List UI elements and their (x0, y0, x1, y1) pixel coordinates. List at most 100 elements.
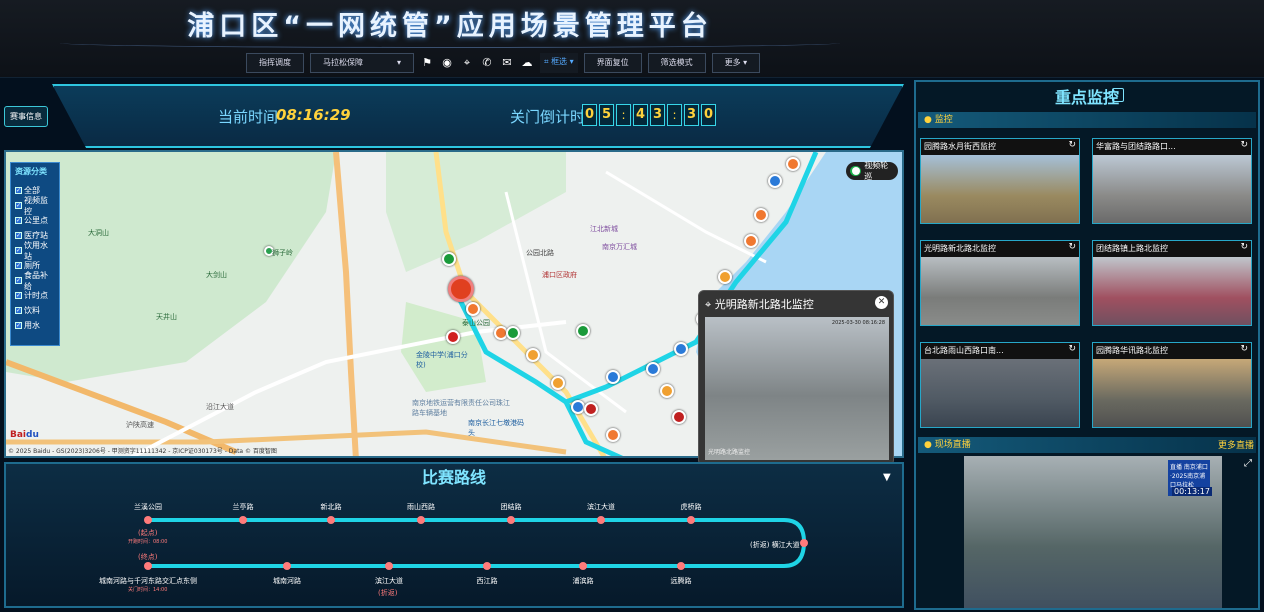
map-label: 沪陕高速 (126, 421, 154, 429)
location-icon[interactable]: ⌖ (460, 56, 474, 70)
more-label: 更多 (724, 57, 741, 67)
map-label: 公园北路 (526, 249, 554, 257)
box-select-button[interactable]: ⌗ 框选 ▾ (540, 52, 578, 73)
monitor-section-header: ● 监控 (918, 112, 1256, 128)
route-stop-label: 虎桥路 (680, 503, 702, 511)
event-info-button[interactable]: 赛事信息 (4, 106, 48, 127)
refresh-icon[interactable]: ↻ (1068, 140, 1076, 150)
route-stop-label: 浦滨路 (572, 577, 594, 585)
mail-icon[interactable]: ✉ (500, 56, 514, 70)
countdown-digit: 0 (582, 104, 597, 126)
close-icon[interactable]: ✕ (875, 296, 888, 309)
legend-item-use-water[interactable]: ✓ 用水 (15, 318, 55, 333)
toilet-marker[interactable] (506, 326, 520, 340)
box-select-icon: ⌗ (544, 56, 549, 66)
route-stop-dot[interactable] (239, 516, 247, 524)
kilometer-marker[interactable] (660, 384, 674, 398)
legend-item-video[interactable]: ✓ 视频监控 (15, 196, 55, 216)
route-stop-dot[interactable] (144, 562, 152, 570)
water-station-marker[interactable] (606, 370, 620, 384)
route-stop-dot[interactable] (800, 539, 808, 547)
route-stop-dot[interactable] (385, 562, 393, 570)
toilet-marker[interactable] (442, 252, 456, 266)
route-stop-dot[interactable] (507, 516, 515, 524)
legend-item-water[interactable]: ✓ 饮用水站 (15, 241, 55, 261)
route-stop-dot[interactable] (327, 516, 335, 524)
camera-tile[interactable]: 园腾路华讯路北监控 ↻ (1092, 342, 1252, 428)
water-station-marker[interactable] (674, 342, 688, 356)
race-route-title: 比赛路线 (421, 468, 486, 487)
food-supply-marker[interactable] (754, 208, 768, 222)
route-note: 关门时间：14:00 (128, 587, 168, 593)
fullscreen-icon[interactable]: ⤢ (1244, 458, 1252, 469)
water-station-marker[interactable] (646, 362, 660, 376)
map-label: 大洞山 (88, 229, 109, 237)
map-label: 狮子岭 (272, 249, 293, 257)
legend-label: 视频监控 (24, 195, 48, 216)
food-supply-marker[interactable] (466, 302, 480, 316)
water-station-marker[interactable] (571, 400, 585, 414)
map-copyright: © 2025 Baidu - GS(2023)3206号 - 甲测资字11111… (8, 448, 277, 455)
location-pin-icon: ⌖ (705, 298, 712, 311)
broadcast-icon[interactable]: ◉ (440, 56, 454, 70)
camera-title: 华富路与团结路路口... (1093, 139, 1251, 155)
selected-camera-marker[interactable] (448, 276, 474, 302)
route-note: (起点) (138, 529, 158, 537)
route-stop-dot[interactable] (687, 516, 695, 524)
flag-icon[interactable]: ⚑ (420, 56, 434, 70)
camera-tile[interactable]: 园腾路水月街西监控 ↻ (920, 138, 1080, 224)
collapse-icon[interactable]: ▼ (883, 472, 891, 483)
search-icon[interactable] (1112, 88, 1124, 102)
route-stop-dot[interactable] (579, 562, 587, 570)
finish-marker[interactable] (576, 324, 590, 338)
legend-item-food[interactable]: ✓ 食品补给 (15, 271, 55, 291)
camera-video-feed[interactable]: 2025-03-30 08:16:28 光明路北路监控 (705, 317, 889, 460)
countdown-digit: 4 (633, 104, 648, 126)
dispatch-button[interactable]: 指挥调度 (246, 52, 304, 73)
food-supply-marker[interactable] (744, 234, 758, 248)
kilometer-marker[interactable] (718, 270, 732, 284)
video-rotation-toggle[interactable]: 视频轮巡 (846, 161, 898, 181)
reset-view-button[interactable]: 界面复位 (583, 52, 642, 73)
food-supply-marker[interactable] (786, 157, 800, 171)
route-stop-dot[interactable] (144, 516, 152, 524)
chevron-down-icon: ▾ (396, 57, 401, 67)
route-stop-dot[interactable] (283, 562, 291, 570)
route-stop-label: 城南河路 (273, 577, 301, 585)
route-track (148, 518, 807, 568)
medical-station-marker[interactable] (672, 410, 686, 424)
route-stop-dot[interactable] (597, 516, 605, 524)
camera-tile[interactable]: 华富路与团结路路口... ↻ (1092, 138, 1252, 224)
legend-item-drinks[interactable]: ✓ 饮料 (15, 303, 55, 318)
medical-station-marker[interactable] (584, 402, 598, 416)
food-supply-marker[interactable] (606, 428, 620, 442)
camera-thumbnail (921, 359, 1079, 427)
camera-tile[interactable]: 光明路新北路北监控 ↻ (920, 240, 1080, 326)
refresh-icon[interactable]: ↻ (1068, 242, 1076, 252)
phone-icon[interactable]: ✆ (480, 56, 494, 70)
start-marker[interactable] (446, 330, 460, 344)
refresh-icon[interactable]: ↻ (1240, 242, 1248, 252)
live-elapsed-time: 00:13:17 (1172, 487, 1212, 496)
camera-tile[interactable]: 台北路雨山西路口南... ↻ (920, 342, 1080, 428)
event-select[interactable]: 马拉松保障 ▾ (310, 52, 414, 73)
filter-mode-button[interactable]: 筛选模式 (647, 52, 706, 73)
refresh-icon[interactable]: ↻ (1240, 344, 1248, 354)
kilometer-marker[interactable] (551, 376, 565, 390)
camera-tile[interactable]: 团结路镇上路北监控 ↻ (1092, 240, 1252, 326)
refresh-icon[interactable]: ↻ (1240, 140, 1248, 150)
more-button[interactable]: 更多 ▾ (711, 52, 761, 73)
route-stop-dot[interactable] (417, 516, 425, 524)
map-label: 南京地铁运营有限责任公司珠江路车辆基地 (412, 399, 510, 417)
current-time-value: 08:16:29 (276, 106, 351, 124)
route-stop-label: 西江路 (476, 577, 498, 585)
refresh-icon[interactable]: ↻ (1068, 344, 1076, 354)
route-stop-dot[interactable] (483, 562, 491, 570)
cloud-icon[interactable]: ☁ (520, 56, 534, 70)
map-label: 浦口区政府 (542, 271, 577, 279)
route-stop-dot[interactable] (677, 562, 685, 570)
kilometer-marker[interactable] (526, 348, 540, 362)
water-station-marker[interactable] (768, 174, 782, 188)
route-stop-label: 雨山西路 (407, 503, 435, 511)
more-live-link[interactable]: 更多直播 (1218, 438, 1254, 451)
